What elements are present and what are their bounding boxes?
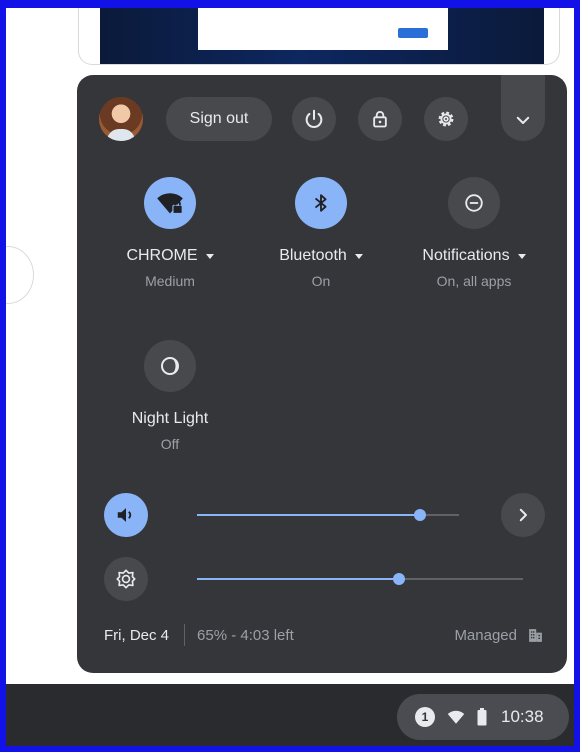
volume-row [77,493,567,537]
tile-notifications-label-row[interactable]: Notifications [404,247,544,265]
date-label[interactable]: Fri, Dec 4 [104,627,169,644]
dropdown-caret-icon [354,253,363,259]
chevron-right-icon [519,508,527,522]
clock: 10:38 [501,707,544,726]
battery-status[interactable]: 65% - 4:03 left [197,627,294,644]
lock-icon [373,111,387,128]
brightness-slider-thumb[interactable] [393,573,406,585]
user-avatar[interactable] [99,97,143,141]
tile-network-sublabel: Medium [145,273,195,289]
network-toggle[interactable] [144,177,196,229]
window-thumbnail-page [198,8,448,50]
bluetooth-icon [314,194,327,212]
managed-label: Managed [454,626,517,644]
collapse-button[interactable] [501,75,545,141]
power-button[interactable] [292,97,336,141]
volume-slider-thumb[interactable] [413,509,426,521]
brightness-icon [116,569,136,589]
avatar-shirt [107,129,135,141]
tile-network-label: CHROME [126,247,198,264]
volume-mute-button[interactable] [104,493,148,537]
brightness-slider-fill [197,578,400,580]
battery-icon [477,708,487,726]
building-icon [529,628,542,642]
tile-network-label-row[interactable]: CHROME [100,247,240,265]
window-thumbnail[interactable] [100,8,544,64]
volume-icon [117,508,132,522]
volume-slider[interactable] [197,509,459,521]
tile-night-light: Night Light Off [100,340,240,452]
brightness-slider[interactable] [197,573,523,585]
bluetooth-toggle[interactable] [295,177,347,229]
desktop-side-handle[interactable] [0,246,34,304]
gear-icon [438,111,454,127]
settings-button[interactable] [424,97,468,141]
tile-network: CHROME Medium [100,177,240,289]
status-tray[interactable]: 1 10:38 [397,694,569,740]
tile-bluetooth-label-row[interactable]: Bluetooth [251,247,391,265]
quick-settings-panel: Sign out CHROME Medium Bluetooth On Noti… [77,75,567,673]
night-light-toggle[interactable] [144,340,196,392]
notification-counter[interactable]: 1 [415,707,435,727]
panel-footer: Fri, Dec 4 65% - 4:03 left Managed [104,623,544,647]
brightness-row [77,557,567,601]
lock-button[interactable] [358,97,402,141]
wifi-icon [447,710,465,724]
tile-notifications-label: Notifications [422,247,510,264]
audio-settings-button[interactable] [501,493,545,537]
wifi-icon [157,193,183,215]
volume-slider-fill [197,514,420,516]
tile-notifications: Notifications On, all apps [404,177,544,289]
window-thumbnail-button [398,28,428,38]
dropdown-caret-icon [517,253,526,259]
tile-bluetooth-sublabel: On [311,273,331,289]
power-icon [305,109,323,128]
tile-night-light-sublabel: Off [160,436,180,452]
managed-indicator[interactable]: Managed [454,627,544,644]
tile-night-light-label[interactable]: Night Light [100,410,240,428]
night-light-icon [161,357,179,375]
tile-bluetooth-label: Bluetooth [279,247,347,264]
tile-bluetooth: Bluetooth On [251,177,391,289]
brightness-button[interactable] [104,557,148,601]
dropdown-caret-icon [205,253,214,259]
chevron-down-icon [516,116,530,124]
notifications-toggle[interactable] [448,177,500,229]
footer-divider [184,624,186,646]
sign-out-button[interactable]: Sign out [166,97,272,141]
do-not-disturb-icon [465,194,483,212]
tile-notifications-sublabel: On, all apps [436,273,512,289]
